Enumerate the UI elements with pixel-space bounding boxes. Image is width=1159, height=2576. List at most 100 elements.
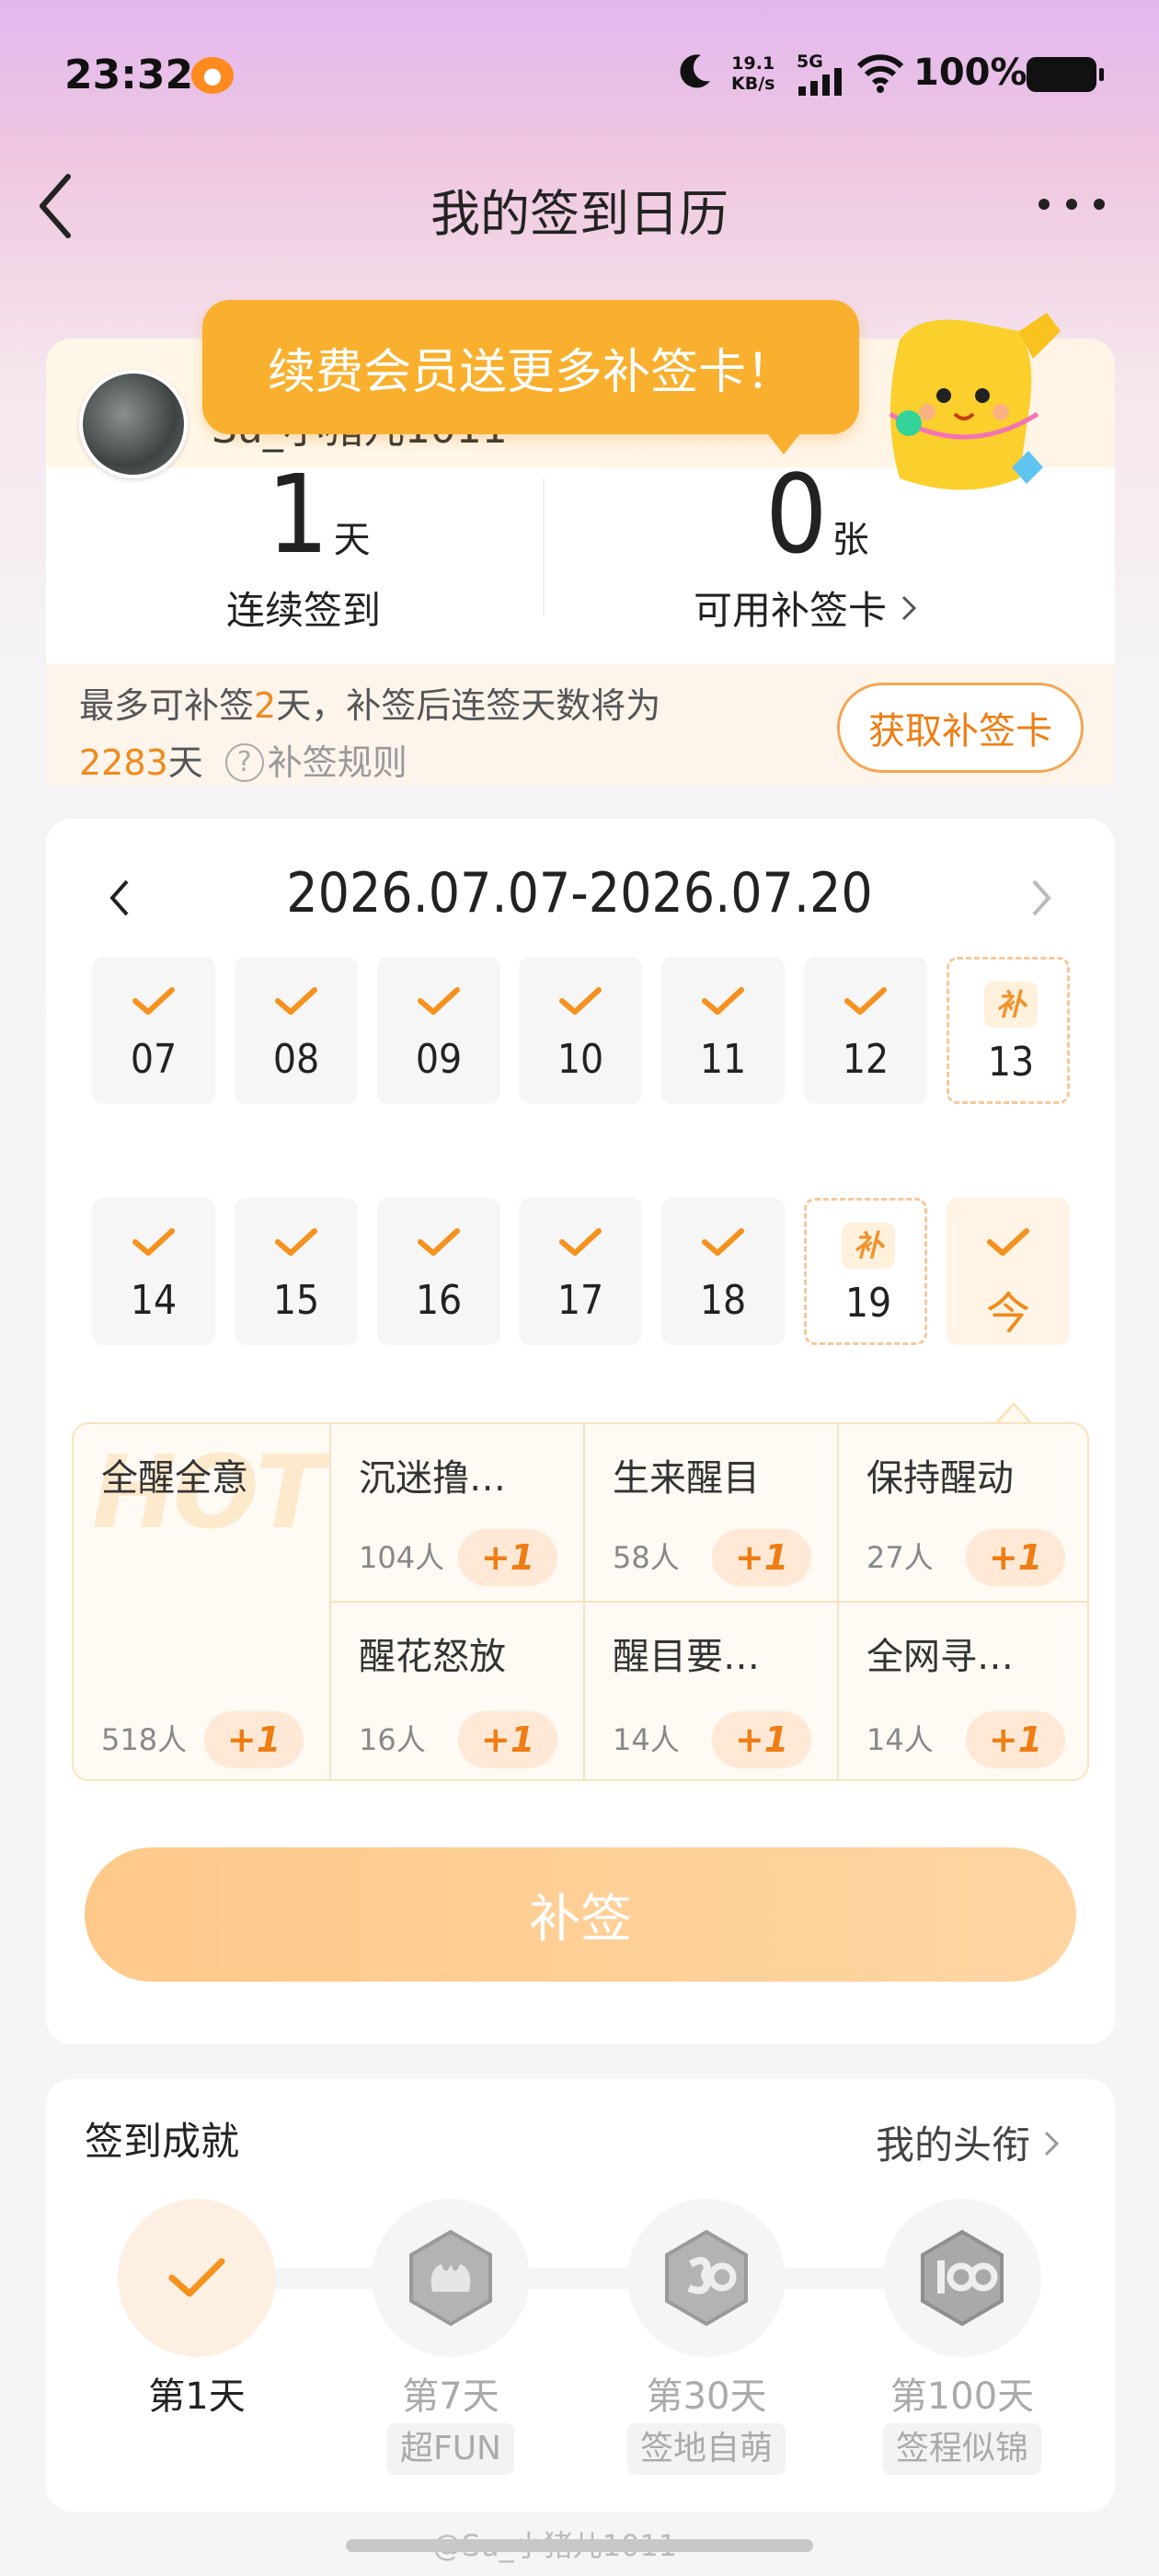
avatar[interactable] (79, 370, 188, 478)
plus-one-button[interactable]: +1 (458, 1529, 557, 1586)
home-indicator[interactable] (346, 2539, 813, 2552)
badge-item[interactable]: 沉迷撸… 104人 +1 (331, 1424, 585, 1603)
check-icon (275, 1228, 317, 1256)
check-icon (132, 987, 175, 1015)
makeup-mark: 补 (984, 982, 1038, 1028)
help-icon[interactable]: ? (224, 742, 264, 782)
calendar-day-10[interactable]: 17 (519, 1198, 642, 1345)
achievement-title-tag: 签地自萌 (627, 2423, 786, 2475)
check-icon (418, 987, 460, 1015)
day-number: 16 (415, 1277, 463, 1324)
cards-stat: 0 张 (765, 460, 869, 569)
calendar-day-0[interactable]: 07 (92, 957, 215, 1104)
badge-item[interactable]: 保持醒动 27人 +1 (839, 1424, 1087, 1603)
badge-count: 104人 (359, 1540, 445, 1575)
get-makeup-card-button[interactable]: 获取补签卡 (837, 683, 1084, 773)
do-not-disturb-icon (680, 54, 710, 88)
calendar-day-6[interactable]: 补 13 (947, 957, 1070, 1104)
status-time: 23:32 (64, 52, 194, 98)
check-icon (559, 1228, 602, 1256)
badge-item[interactable]: 醒花怒放 16人 +1 (331, 1603, 585, 1779)
makeup-button[interactable]: 补签 (85, 1847, 1076, 1982)
check-icon (987, 1228, 1029, 1256)
cards-count: 0 (765, 451, 828, 578)
badge-count: 518人 (101, 1722, 188, 1757)
badge-name: 醒花怒放 (359, 1636, 506, 1678)
calendar-day-12[interactable]: 补 19 (804, 1198, 927, 1345)
network-speed: 19.1 KB/s (731, 53, 775, 94)
badge-count: 58人 (613, 1540, 680, 1575)
achievement-badge[interactable] (627, 2199, 786, 2357)
check-icon (132, 1228, 175, 1256)
my-titles-link[interactable]: 我的头衔 (876, 2114, 1061, 2170)
renew-promo-tooltip[interactable]: 续费会员送更多补签卡！ (202, 300, 859, 434)
calendar-day-2[interactable]: 09 (377, 957, 500, 1104)
cards-label: 可用补签卡 (694, 588, 888, 633)
check-icon (702, 987, 744, 1015)
rules-link[interactable]: 补签规则 (268, 742, 407, 783)
check-icon (559, 987, 602, 1015)
calendar-day-4[interactable]: 11 (661, 957, 785, 1104)
achievement-badge[interactable] (372, 2199, 530, 2357)
plus-one-button[interactable]: +1 (204, 1711, 304, 1768)
achievements-title: 签到成就 (85, 2119, 240, 2164)
available-cards-link[interactable]: 可用补签卡 (694, 580, 919, 636)
calendar-day-11[interactable]: 18 (661, 1198, 785, 1345)
check-icon (168, 2258, 225, 2297)
calendar-day-13[interactable]: 今 (947, 1198, 1070, 1345)
plus-one-button[interactable]: +1 (458, 1711, 557, 1768)
achievement-day: 第1天 (148, 2375, 246, 2418)
streak-label: 连续签到 (226, 588, 382, 633)
day-number: 今 (985, 1288, 1030, 1340)
today-pointer-fill (998, 1406, 1029, 1423)
cards-unit: 张 (832, 519, 869, 561)
badge-grid: HOT 全醒全意 518人 +1 沉迷撸… 104人 +1 生来醒目 58人 +1 保持醒动… (72, 1422, 1089, 1781)
day-number: 14 (130, 1277, 178, 1324)
check-icon (275, 987, 317, 1015)
battery-icon (1027, 57, 1104, 92)
badge-100-days-icon (921, 2229, 1004, 2327)
day-number: 15 (272, 1277, 320, 1324)
day-number: 12 (842, 1036, 889, 1083)
achievement-badge[interactable] (883, 2199, 1041, 2357)
badge-name: 全醒全意 (101, 1457, 248, 1500)
check-icon (844, 987, 887, 1015)
calendar-day-5[interactable]: 12 (804, 957, 927, 1104)
calendar-day-3[interactable]: 10 (519, 957, 642, 1104)
badge-name: 保持醒动 (866, 1457, 1014, 1500)
calendar-day-1[interactable]: 08 (235, 957, 358, 1104)
streak-unit: 天 (333, 519, 371, 561)
plus-one-button[interactable]: +1 (712, 1711, 811, 1768)
badge-name: 醒目要… (613, 1636, 760, 1678)
calendar-day-8[interactable]: 15 (235, 1198, 358, 1345)
plus-one-button[interactable]: +1 (966, 1711, 1065, 1768)
plus-one-button[interactable]: +1 (966, 1529, 1065, 1586)
badge-featured[interactable]: HOT 全醒全意 518人 +1 (74, 1424, 331, 1779)
chevron-right-icon (902, 595, 917, 621)
day-number: 11 (699, 1036, 747, 1083)
badge-7-days-icon (409, 2229, 492, 2327)
calendar-day-7[interactable]: 14 (92, 1198, 215, 1345)
achievement-badge[interactable] (118, 2199, 276, 2357)
more-icon[interactable] (1030, 184, 1113, 221)
badge-item[interactable]: 生来醒目 58人 +1 (585, 1424, 839, 1603)
stat-divider (543, 478, 545, 616)
makeup-mark: 补 (842, 1223, 895, 1269)
streak-stat: 1 天 (267, 460, 371, 569)
next-period-icon[interactable] (1023, 872, 1060, 924)
calendar-day-9[interactable]: 16 (377, 1198, 500, 1345)
achievement-day: 第30天 (646, 2375, 767, 2418)
badge-item[interactable]: 醒目要… 14人 +1 (585, 1603, 839, 1779)
achievement-title-tag: 签程似锦 (883, 2423, 1042, 2475)
day-number: 18 (699, 1277, 747, 1324)
plus-one-button[interactable]: +1 (712, 1529, 811, 1586)
badge-count: 14人 (613, 1722, 680, 1757)
achievement-day: 第7天 (402, 2375, 499, 2418)
badge-item[interactable]: 全网寻… 14人 +1 (839, 1603, 1087, 1779)
achievement-title-tag: 超FUN (387, 2423, 514, 2475)
check-icon (702, 1228, 744, 1256)
day-number: 08 (272, 1036, 320, 1083)
mascot-icon (889, 313, 1061, 490)
day-number: 13 (987, 1039, 1035, 1086)
makeup-info-text: 最多可补签2天，补签后连签天数将为 2283天? 补签规则 (79, 685, 661, 783)
